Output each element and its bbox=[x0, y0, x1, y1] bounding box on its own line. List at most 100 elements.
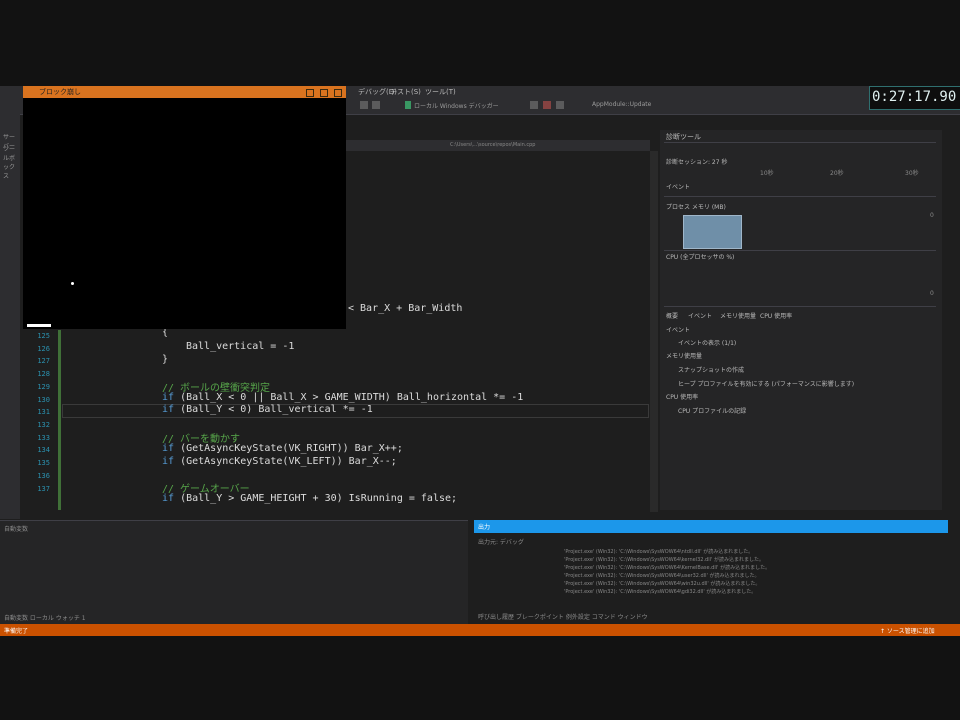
line-number: 137 bbox=[37, 485, 50, 493]
output-title: 出力 bbox=[478, 524, 491, 531]
chart-axis-value: 0 bbox=[930, 290, 934, 297]
maximize-icon[interactable] bbox=[320, 89, 328, 97]
code-text: (GetAsyncKeyState(VK_LEFT)) Bar_X--; bbox=[180, 456, 397, 467]
autos-panel: 自動変数 自動変数 ローカル ウォッチ 1 bbox=[0, 520, 468, 625]
game-paddle bbox=[27, 324, 51, 327]
tab-memory[interactable]: メモリ使用量 bbox=[720, 311, 756, 320]
keyword: if bbox=[162, 456, 175, 467]
autos-title: 自動変数 bbox=[4, 526, 29, 533]
play-icon[interactable] bbox=[405, 101, 411, 109]
line-number: 133 bbox=[37, 434, 50, 442]
code-text: (Ball_Y < 0) Ball_vertical *= -1 bbox=[180, 404, 373, 415]
code-line: < Bar_X + Bar_Width bbox=[348, 303, 463, 314]
line-number: 130 bbox=[37, 396, 50, 404]
scale-tick: 30秒 bbox=[905, 170, 919, 177]
keyword: if bbox=[162, 443, 175, 454]
close-icon[interactable] bbox=[334, 89, 342, 97]
tab-cpu[interactable]: CPU 使用率 bbox=[760, 311, 792, 320]
scale-tick: 10秒 bbox=[760, 170, 774, 177]
output-panel: 出力元: デバッグ 'Project.exe' (Win32): 'C:\Win… bbox=[474, 520, 948, 624]
tab-events[interactable]: イベント bbox=[688, 311, 712, 320]
memory-graph-label: プロセス メモリ (MB) bbox=[666, 204, 726, 211]
menu-test[interactable]: テスト(S) bbox=[390, 87, 421, 97]
section-cpu: CPU 使用率 bbox=[666, 394, 699, 401]
section-memory: メモリ使用量 bbox=[666, 353, 703, 360]
keyword: if bbox=[162, 392, 175, 403]
session-label: 診断セッション: 27 秒 bbox=[666, 159, 728, 166]
menu-tools[interactable]: ツール(T) bbox=[425, 87, 456, 97]
divider bbox=[664, 306, 936, 307]
memory-usage-graph bbox=[683, 215, 742, 249]
snapshot-link[interactable]: スナップショットの作成 bbox=[678, 365, 744, 374]
line-number: 134 bbox=[37, 446, 50, 454]
heap-profile-checkbox[interactable]: ヒープ プロファイルを有効にする (パフォーマンスに影響します) bbox=[678, 379, 854, 388]
editor-scrollbar[interactable] bbox=[650, 151, 658, 512]
scale-tick: 20秒 bbox=[830, 170, 844, 177]
toolbox-tab[interactable]: ツールボックス bbox=[3, 144, 20, 180]
line-number: 136 bbox=[37, 472, 50, 480]
stop-icon[interactable] bbox=[543, 101, 551, 109]
output-tabs[interactable]: 呼び出し履歴 ブレークポイント 例外設定 コマンド ウィンドウ bbox=[478, 612, 648, 621]
line-number: 135 bbox=[37, 459, 50, 467]
cpu-profile-link[interactable]: CPU プロファイルの記録 bbox=[678, 406, 746, 415]
chart-axis-value: 0 bbox=[930, 212, 934, 219]
debugger-target[interactable]: ローカル Windows デバッガー bbox=[414, 101, 499, 110]
timer-value: 0:27:17.90 bbox=[872, 89, 957, 105]
output-line: 'Project.exe' (Win32): 'C:\Windows\SysWO… bbox=[564, 557, 764, 563]
line-number: 127 bbox=[37, 357, 50, 365]
game-window-titlebar[interactable]: ブロック崩し bbox=[23, 86, 346, 98]
game-window-title: ブロック崩し bbox=[39, 88, 81, 96]
left-side-strip: サーバー ツールボックス bbox=[0, 114, 20, 519]
speedrun-timer: 0:27:17.90 bbox=[869, 86, 960, 110]
redo-icon[interactable] bbox=[372, 101, 380, 109]
output-header: 出力 bbox=[474, 520, 948, 533]
code-line: if (Ball_X < 0 || Ball_X > GAME_WIDTH) B… bbox=[162, 392, 523, 403]
restart-icon[interactable] bbox=[556, 101, 564, 109]
code-text: (Ball_X < 0 || Ball_X > GAME_WIDTH) Ball… bbox=[180, 392, 524, 403]
line-number: 125 bbox=[37, 332, 50, 340]
divider bbox=[664, 196, 936, 197]
divider bbox=[664, 142, 936, 143]
line-number: 126 bbox=[37, 345, 50, 353]
editor-tab-bar: C:\Users\...\source\repos\Main.cpp bbox=[345, 140, 650, 151]
pause-icon[interactable] bbox=[530, 101, 538, 109]
game-ball bbox=[71, 282, 74, 285]
source-control-button[interactable]: ↑ ソース管理に追加 bbox=[880, 626, 935, 635]
output-line: 'Project.exe' (Win32): 'C:\Windows\SysWO… bbox=[564, 565, 771, 571]
undo-icon[interactable] bbox=[360, 101, 368, 109]
line-number-gutter: 125 126 127 128 129 130 131 132 133 134 … bbox=[22, 330, 58, 510]
code-line: if (GetAsyncKeyState(VK_RIGHT)) Bar_X++; bbox=[162, 443, 403, 454]
output-line: 'Project.exe' (Win32): 'C:\Windows\SysWO… bbox=[564, 573, 760, 579]
output-source[interactable]: 出力元: デバッグ bbox=[478, 537, 524, 546]
output-line: 'Project.exe' (Win32): 'C:\Windows\SysWO… bbox=[564, 589, 757, 595]
cpu-graph-label: CPU (全プロセッサの %) bbox=[666, 254, 735, 261]
line-number: 129 bbox=[37, 383, 50, 391]
line-number: 131 bbox=[37, 408, 50, 416]
line-number: 132 bbox=[37, 421, 50, 429]
status-text: 準備完了 bbox=[4, 628, 29, 635]
code-line: if (Ball_Y > GAME_HEIGHT + 30) IsRunning… bbox=[162, 493, 457, 504]
diagnostics-panel: 診断ツール 診断セッション: 27 秒 10秒 20秒 30秒 イベント プロセ… bbox=[660, 130, 942, 510]
keyword: if bbox=[162, 493, 175, 504]
diagnostics-title: 診断ツール bbox=[666, 133, 701, 141]
code-text: (GetAsyncKeyState(VK_RIGHT)) Bar_X++; bbox=[180, 443, 403, 454]
code-line: if (Ball_Y < 0) Ball_vertical *= -1 bbox=[162, 404, 373, 415]
editor-file-path[interactable]: C:\Users\...\source\repos\Main.cpp bbox=[450, 142, 535, 148]
output-line: 'Project.exe' (Win32): 'C:\Windows\SysWO… bbox=[564, 581, 761, 587]
autos-tabs[interactable]: 自動変数 ローカル ウォッチ 1 bbox=[4, 613, 86, 622]
events-link[interactable]: イベントの表示 (1/1) bbox=[678, 338, 736, 347]
keyword: if bbox=[162, 404, 175, 415]
line-number: 128 bbox=[37, 370, 50, 378]
code-line: } bbox=[162, 354, 169, 365]
game-window[interactable] bbox=[23, 86, 346, 329]
change-indicator-bar bbox=[58, 330, 61, 510]
tab-summary[interactable]: 概要 bbox=[666, 311, 678, 320]
minimize-icon[interactable] bbox=[306, 89, 314, 97]
code-text: (Ball_Y > GAME_HEIGHT + 30) IsRunning = … bbox=[180, 493, 458, 504]
output-line: 'Project.exe' (Win32): 'C:\Windows\SysWO… bbox=[564, 549, 754, 555]
events-label: イベント bbox=[666, 184, 691, 191]
function-selector[interactable]: AppModule::Update bbox=[592, 101, 651, 108]
code-line: Ball_vertical = -1 bbox=[186, 341, 295, 352]
divider bbox=[664, 250, 936, 251]
section-events: イベント bbox=[666, 327, 691, 334]
